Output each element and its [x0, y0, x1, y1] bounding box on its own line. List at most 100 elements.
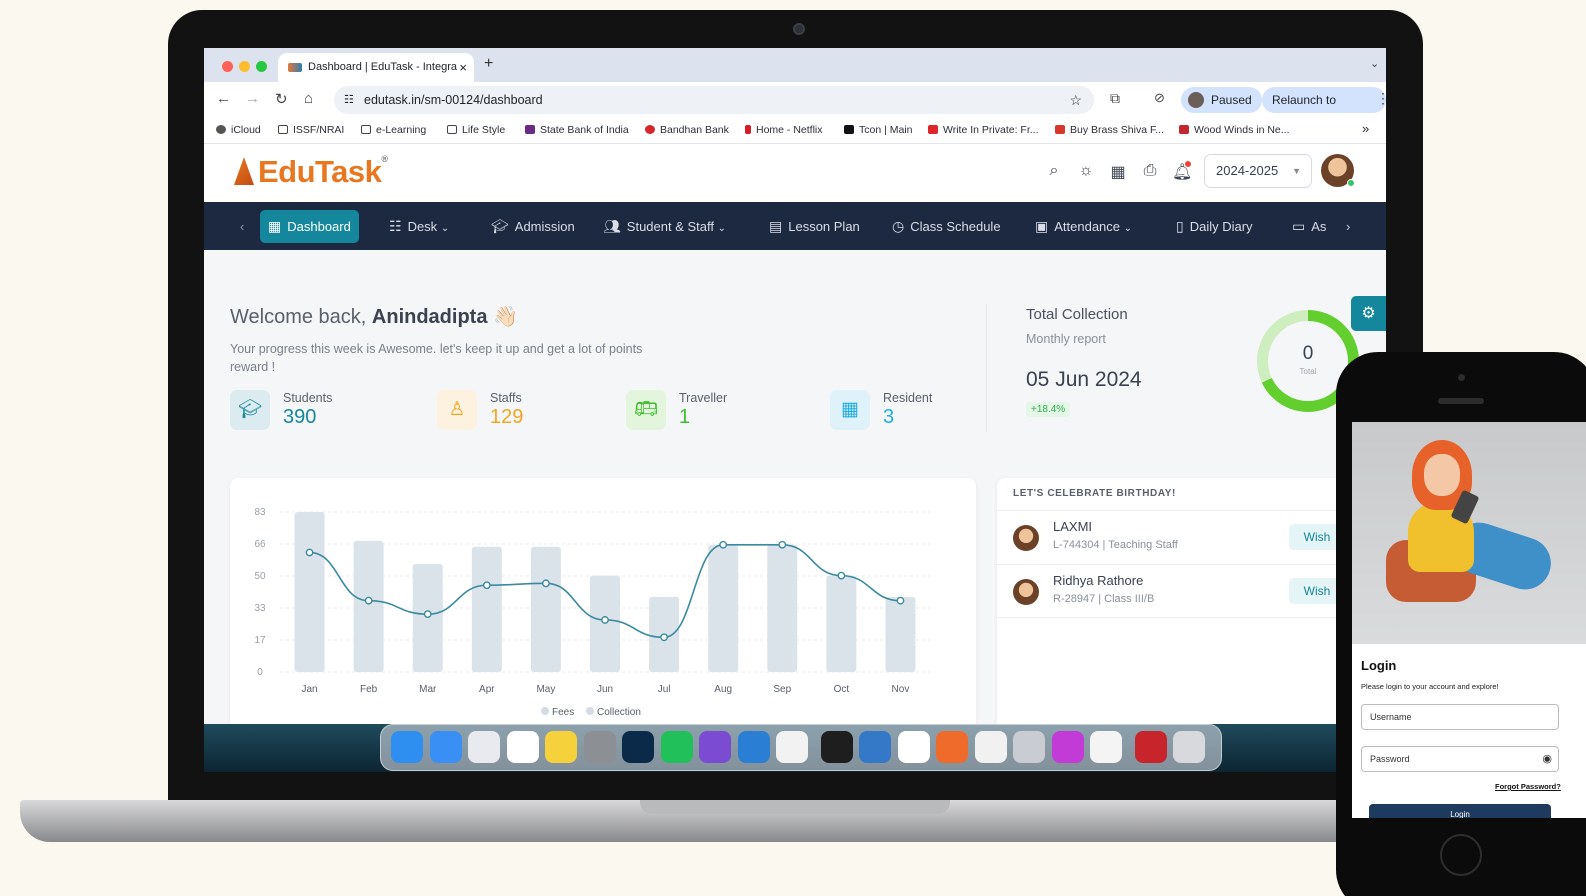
- slack-icon[interactable]: [897, 731, 930, 763]
- nav-item-class-schedule[interactable]: ◷ Class Schedule: [884, 210, 1009, 243]
- browser-menu-icon[interactable]: ⋮: [1376, 90, 1386, 107]
- bookmark-issf[interactable]: ISSF/NRAI: [278, 124, 344, 136]
- avatar: [1013, 525, 1039, 551]
- photoshop-icon[interactable]: [622, 731, 654, 763]
- home-icon[interactable]: ⌂: [304, 90, 313, 107]
- close-tab-icon[interactable]: ×: [459, 53, 467, 82]
- bookmark-elearning[interactable]: e-Learning: [361, 124, 426, 136]
- avatar: [1013, 579, 1039, 605]
- stat-label: Resident: [883, 391, 933, 405]
- forgot-password-link[interactable]: Forgot Password?: [1495, 782, 1561, 791]
- vscode-icon[interactable]: [737, 731, 770, 763]
- pen-icon[interactable]: [936, 731, 968, 763]
- apps-grid-icon[interactable]: ▦: [1108, 162, 1128, 182]
- nav-item-student-staff[interactable]: 👥︎ Student & Staff ⌄: [595, 210, 734, 243]
- x-tick-label: Jul: [658, 684, 671, 695]
- finder-icon[interactable]: [391, 731, 423, 763]
- nav-item-desk[interactable]: ☷ Desk ⌄: [381, 210, 457, 243]
- settings-icon[interactable]: [583, 731, 616, 763]
- outlook-icon[interactable]: [468, 731, 500, 763]
- nav-prev-icon[interactable]: ‹: [232, 210, 252, 243]
- birthday-row: Ridhya Rathore R-28947 | Class III/B Wis…: [997, 564, 1357, 618]
- collection-point: [660, 633, 668, 642]
- x-tick-label: Oct: [834, 684, 850, 695]
- calendar-icon[interactable]: [506, 731, 539, 763]
- nav-label: Admission: [514, 219, 575, 234]
- github-icon[interactable]: [699, 731, 731, 763]
- nav-item-admission[interactable]: 🎓︎ Admission: [483, 210, 583, 243]
- bookmark-lifestyle[interactable]: Life Style: [447, 124, 505, 136]
- new-tab-icon[interactable]: +: [484, 55, 493, 73]
- password-field[interactable]: Password ◉: [1361, 746, 1559, 772]
- notes-icon[interactable]: [545, 731, 577, 763]
- edutask-logo[interactable]: EduTask®: [234, 154, 388, 190]
- browser-tab[interactable]: Dashboard | EduTask - Integra ×: [278, 53, 474, 82]
- profile-paused-button[interactable]: Paused: [1181, 87, 1262, 113]
- bookmark-netflix[interactable]: Home - Netflix: [745, 124, 823, 136]
- more-bookmarks-icon[interactable]: »: [1362, 121, 1369, 136]
- nav-item-attendance[interactable]: ▣ Attendance ⌄: [1027, 210, 1140, 243]
- bookmark-star-icon[interactable]: ☆: [1069, 86, 1082, 114]
- user-avatar[interactable]: [1321, 154, 1355, 187]
- stat-students: 🎓︎ Students 390: [230, 390, 410, 432]
- reload-icon[interactable]: ↻: [275, 90, 288, 108]
- bookmark-sbi[interactable]: State Bank of India: [525, 124, 629, 136]
- bookmark-wood-winds[interactable]: Wood Winds in Ne...: [1179, 124, 1290, 136]
- figma-icon[interactable]: [820, 731, 853, 763]
- print-icon[interactable]: ⎙: [1140, 162, 1160, 182]
- wave-icon: 👋🏻: [493, 306, 518, 328]
- username-field[interactable]: Username: [1361, 704, 1559, 730]
- tab-list-chevron-icon[interactable]: ⌄: [1370, 57, 1379, 70]
- x-tick-label: Apr: [479, 684, 495, 695]
- back-icon[interactable]: ←: [216, 90, 231, 107]
- building-icon: ▦: [830, 390, 870, 430]
- relaunch-button[interactable]: Relaunch to update: [1262, 87, 1386, 133]
- wps-icon[interactable]: [1051, 731, 1084, 763]
- search-icon[interactable]: ⌕: [1044, 162, 1064, 182]
- bookmark-brass-shiva[interactable]: Buy Brass Shiva F...: [1055, 124, 1164, 136]
- close-window-icon[interactable]: [222, 61, 233, 72]
- bookmark-tcon[interactable]: Tcon | Main: [844, 124, 913, 136]
- y-tick-label: 0: [257, 667, 263, 678]
- mail-icon[interactable]: [429, 731, 462, 763]
- theme-toggle-icon[interactable]: ☼: [1076, 162, 1096, 182]
- site-settings-icon[interactable]: ☷: [344, 86, 354, 114]
- academic-year-select[interactable]: 2024-2025 ▼: [1204, 154, 1312, 188]
- maximize-window-icon[interactable]: [256, 61, 267, 72]
- nav-item-dashboard[interactable]: ▦ Dashboard: [260, 210, 359, 243]
- whatsapp-icon[interactable]: [660, 731, 693, 763]
- settings-gear-icon[interactable]: ⚙: [1351, 296, 1386, 331]
- forward-icon[interactable]: →: [245, 90, 260, 107]
- preferences-icon[interactable]: [1013, 731, 1045, 763]
- schedule-icon: ◷: [892, 218, 905, 234]
- notification-bell-icon[interactable]: 🔔︎: [1172, 161, 1192, 182]
- trash-icon[interactable]: [1173, 731, 1205, 763]
- birthday-detail: L-744304 | Teaching Staff: [1053, 539, 1178, 551]
- app-header: EduTask® ⌕ ☼ ▦ ⎙ 🔔︎ 2024-2025 ▼: [204, 144, 1386, 202]
- collection-point: [778, 540, 787, 549]
- textedit-icon[interactable]: [974, 731, 1007, 763]
- nav-item-daily-diary[interactable]: ▯ Daily Diary: [1168, 210, 1261, 243]
- address-bar[interactable]: ☷ edutask.in/sm-00124/dashboard ☆: [334, 86, 1094, 114]
- sync-icon[interactable]: ⊘: [1154, 90, 1165, 106]
- nav-label: Desk: [407, 219, 438, 234]
- y-tick-label: 50: [254, 571, 266, 582]
- acrobat-icon[interactable]: [1134, 731, 1167, 763]
- bookmark-write-private[interactable]: Write In Private: Fr...: [928, 124, 1039, 136]
- collection-point: [482, 581, 491, 590]
- login-button[interactable]: Login: [1369, 804, 1551, 818]
- chrome-icon[interactable]: [776, 731, 808, 763]
- extensions-icon[interactable]: ⧉: [1110, 90, 1120, 107]
- x-tick-label: Mar: [419, 684, 437, 695]
- total-collection-title: Total Collection: [1026, 306, 1128, 323]
- nav-item-lesson-plan[interactable]: ▤ Lesson Plan: [761, 210, 868, 243]
- bear-icon[interactable]: [1090, 731, 1122, 763]
- bookmark-bandhan[interactable]: Bandhan Bank: [645, 124, 729, 136]
- minimize-window-icon[interactable]: [239, 61, 250, 72]
- app-r-icon[interactable]: [859, 731, 891, 763]
- phone-home-button[interactable]: [1440, 834, 1482, 876]
- nav-next-icon[interactable]: ›: [1338, 210, 1358, 243]
- bookmark-icloud[interactable]: iCloud: [216, 124, 261, 136]
- nav-item-assignments[interactable]: ▭ As: [1284, 210, 1338, 243]
- eye-icon[interactable]: ◉: [1542, 747, 1552, 771]
